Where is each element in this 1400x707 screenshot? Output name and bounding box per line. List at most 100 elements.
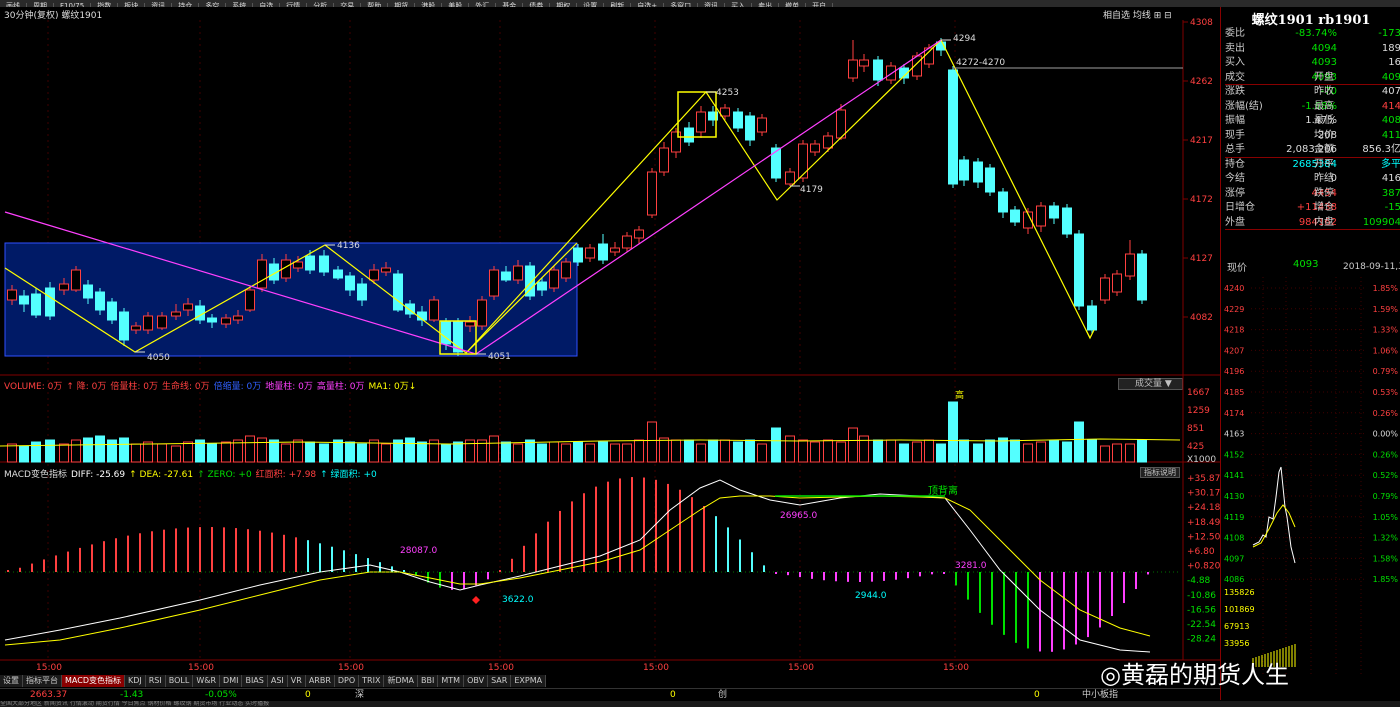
tab-expma[interactable]: EXPMA [511, 675, 547, 687]
volume-bar [622, 443, 632, 463]
macd-axis-label: +6.80 [1187, 547, 1215, 557]
tab-trix[interactable]: TRIX [359, 675, 385, 687]
volume-bar [848, 427, 858, 463]
volume-bar [245, 435, 255, 463]
candle-up [634, 229, 644, 239]
candle-up [757, 117, 767, 133]
volume-bar [107, 439, 117, 463]
candle-up [293, 261, 303, 269]
volume-bar [1036, 441, 1046, 463]
candle-down [537, 281, 547, 291]
candle-up [513, 265, 523, 281]
candle-up [183, 303, 193, 311]
tab-asi[interactable]: ASI [267, 675, 288, 687]
tab-macd变色指标[interactable]: MACD变色指标 [62, 675, 125, 687]
candle-up [369, 269, 379, 281]
volume-bar [95, 435, 105, 463]
quote-date: 2018-09-11,二 [1343, 262, 1400, 272]
candle-up [131, 325, 141, 331]
volume-bar [924, 439, 934, 463]
time-axis-label: 15:00 [788, 663, 814, 673]
volume-bar [771, 427, 781, 463]
volume-bar [733, 441, 743, 463]
price-axis-label: 4217 [1190, 136, 1213, 146]
tab-指标平台[interactable]: 指标平台 [23, 675, 62, 687]
candle-up [1125, 253, 1135, 277]
tab-rsi[interactable]: RSI [145, 675, 166, 687]
tab-dpo[interactable]: DPO [334, 675, 360, 687]
candle-up [381, 267, 391, 273]
candle-down [745, 115, 755, 141]
candle-up [59, 283, 69, 291]
candle-down [998, 191, 1008, 213]
candle-up [848, 59, 858, 79]
mini-vol-label: 67913 [1224, 622, 1249, 631]
volume-bar [1023, 443, 1033, 463]
volume-bar [1062, 441, 1072, 463]
volume-bar [823, 439, 833, 463]
mini-price-label: 4119 [1224, 513, 1244, 522]
quote-row: 总手 2,083,206 金额 856.3亿 [1225, 143, 1400, 158]
mini-pct-label: 1.59% [1373, 305, 1399, 314]
tab-新dma[interactable]: 新DMA [384, 675, 419, 687]
candle-down [733, 111, 743, 129]
intraday-mini-chart[interactable]: 4240 1.85% 4229 1.59% 4218 1.33% 4207 1.06% 4196… [1221, 277, 1400, 677]
tab-kdj[interactable]: KDJ [124, 675, 146, 687]
volume-bar [357, 443, 367, 463]
main-chart[interactable]: 4308 4262 4217 4172 4127 4082 1667 1259 851 425 X1… [0, 0, 1220, 688]
volume-bar [757, 443, 767, 463]
candle-down [107, 301, 117, 321]
volume-bar [183, 441, 193, 463]
price-axis-label: 4127 [1190, 254, 1213, 264]
mini-price-label: 4163 [1224, 430, 1244, 439]
tab-w&r[interactable]: W&R [193, 675, 221, 687]
price-label-4179: 4179 [800, 185, 823, 195]
candle-up [157, 315, 167, 329]
candle-up [671, 131, 681, 153]
volume-bar [696, 443, 706, 463]
volume-bar [45, 439, 55, 463]
tab-arbr[interactable]: ARBR [305, 675, 335, 687]
time-axis-label: 15:00 [188, 663, 214, 673]
tab-设置[interactable]: 设置 [0, 675, 23, 687]
time-axis-label: 15:00 [36, 663, 62, 673]
quote-panel: 螺纹1901 rb1901 委比 -83.74% -173 卖出 4094 189 买入 40… [1220, 7, 1400, 700]
mini-vol-label: 101869 [1224, 605, 1255, 614]
mini-pct-label: 0.26% [1373, 409, 1399, 418]
candle-up [610, 247, 620, 253]
volume-bar [7, 443, 17, 463]
volume-bar [119, 437, 129, 463]
macd-axis-label: -4.88 [1187, 576, 1211, 586]
quote-row: 现手 208 均价 411 [1225, 129, 1400, 141]
price-axis-label: 4082 [1190, 313, 1213, 323]
candle-up [429, 299, 439, 321]
volume-bar [305, 441, 315, 463]
tab-mtm[interactable]: MTM [438, 675, 465, 687]
volume-bar [720, 439, 730, 463]
volume-bar [417, 441, 427, 463]
mini-price-label: 4218 [1224, 326, 1244, 335]
mini-vol-label: 135826 [1224, 588, 1255, 597]
candle-up [659, 147, 669, 173]
tab-dmi[interactable]: DMI [220, 675, 243, 687]
volume-bar [71, 439, 81, 463]
mini-pct-label: 1.58% [1373, 554, 1399, 563]
volume-bar [745, 439, 755, 463]
tab-vr[interactable]: VR [287, 675, 306, 687]
volume-bar [345, 441, 355, 463]
volume-bar [525, 439, 535, 463]
tab-boll[interactable]: BOLL [165, 675, 194, 687]
tab-sar[interactable]: SAR [488, 675, 512, 687]
quote-row: 日增仓 +11438 增仓 -15 [1225, 202, 1400, 213]
volume-bar [319, 443, 329, 463]
candle-down [985, 167, 995, 193]
volume-bar [598, 441, 608, 463]
now-price-value: 4093 [1293, 259, 1319, 270]
tab-obv[interactable]: OBV [464, 675, 489, 687]
volume-bar [257, 437, 267, 463]
volume-bar [873, 439, 883, 463]
quote-row: 成交 4093 开盘 409 [1225, 71, 1400, 85]
candle-up [221, 317, 231, 325]
tab-bbi[interactable]: BBI [418, 675, 439, 687]
tab-bias[interactable]: BIAS [242, 675, 268, 687]
